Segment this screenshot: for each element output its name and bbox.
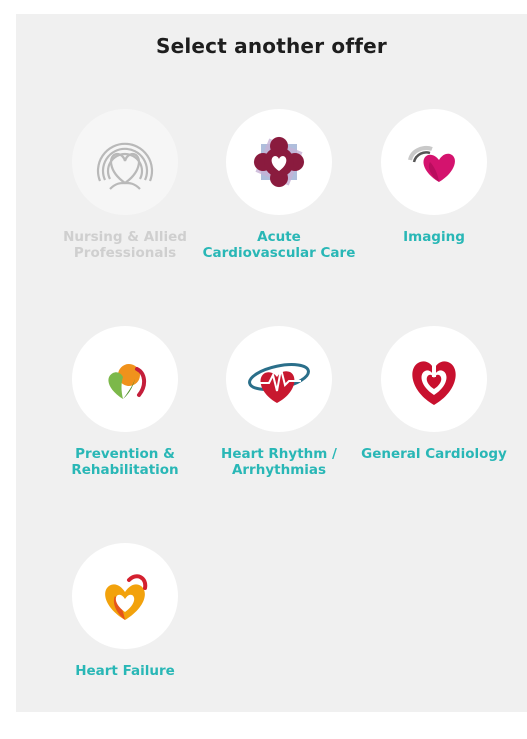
offer-label: Heart Failure <box>75 663 175 679</box>
offer-icon-circle <box>72 109 178 215</box>
acute-care-flower-heart-icon <box>253 136 305 188</box>
offer-label: Acute Cardiovascular Care <box>202 229 356 261</box>
general-cardiology-heart-icon <box>412 361 456 405</box>
offer-general-cardiology[interactable]: General Cardiology <box>354 326 514 462</box>
offer-heart-rhythm-arrhythmias[interactable]: Heart Rhythm / Arrhythmias <box>199 326 359 478</box>
prevention-heart-icon <box>108 364 146 399</box>
offer-nursing-allied-professionals[interactable]: Nursing & Allied Professionals <box>45 109 205 261</box>
offer-icon-circle <box>226 109 332 215</box>
offer-icon-circle <box>72 543 178 649</box>
panel-title: Select another offer <box>155 34 387 58</box>
offer-icon-circle <box>226 326 332 432</box>
offer-label: Prevention & Rehabilitation <box>71 446 179 478</box>
offer-label: Imaging <box>403 229 465 245</box>
offer-acute-cardiovascular-care[interactable]: Acute Cardiovascular Care <box>199 109 359 261</box>
heart-rhythm-ecg-icon <box>248 363 310 403</box>
imaging-heart-icon <box>408 146 455 182</box>
offer-icon-circle <box>72 326 178 432</box>
offer-label: Nursing & Allied Professionals <box>63 229 187 261</box>
offer-icon-circle <box>381 109 487 215</box>
offer-heart-failure[interactable]: Heart Failure <box>45 543 205 679</box>
offer-selection-panel: Select another offer Nursing & Allied Pr… <box>16 14 527 712</box>
offer-label: General Cardiology <box>361 446 507 462</box>
nursing-rings-heart-icon <box>96 142 154 190</box>
heart-failure-icon <box>105 574 148 620</box>
offer-prevention-rehabilitation[interactable]: Prevention & Rehabilitation <box>45 326 205 478</box>
offer-label: Heart Rhythm / Arrhythmias <box>221 446 337 478</box>
offer-imaging[interactable]: Imaging <box>354 109 514 245</box>
offer-icon-circle <box>381 326 487 432</box>
